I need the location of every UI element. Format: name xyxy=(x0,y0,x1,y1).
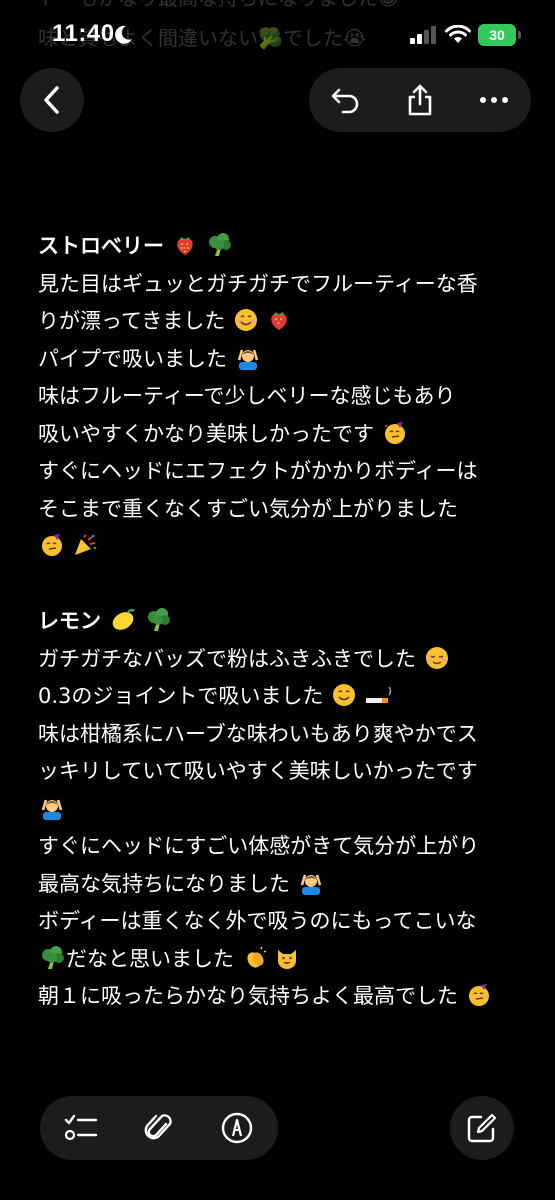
line-text: 吸いやすくかなり美味しかったです xyxy=(38,421,374,446)
line-text: そこまで重くなくすごい気分が上がりました xyxy=(38,496,458,521)
partying-face-icon xyxy=(468,984,489,1006)
attachment-button[interactable] xyxy=(124,1096,194,1160)
note-heading-strawberry: ストロベリー xyxy=(38,228,528,266)
line-text: 味はフルーティーで少しベリーな感じもあり xyxy=(38,384,456,408)
back-button[interactable] xyxy=(20,68,84,132)
faded-line-0: トーもかなり最高な持ちになりました😁 xyxy=(38,0,518,18)
person-gesturing-ok-icon xyxy=(237,349,258,370)
grinning-cat-icon xyxy=(278,949,297,969)
undo-button[interactable] xyxy=(309,68,383,132)
note-line: だなと思いました xyxy=(38,941,528,979)
checklist-button[interactable] xyxy=(46,1096,116,1160)
note-line: すぐにヘッドにエフェクトがかかりボディーは xyxy=(38,453,528,491)
person-gesturing-ok-icon xyxy=(300,874,321,895)
line-text: ッキリしていて吸いやすく美味しいかったです xyxy=(38,759,478,783)
clapping-hands-icon xyxy=(247,946,267,968)
cigarette-icon xyxy=(365,686,392,703)
moon-icon xyxy=(115,25,132,44)
line-text: 朝１に吸ったらかなり気持ちよく最高でした xyxy=(38,984,458,1008)
note-body[interactable]: ストロベリー 見た目はギュッとガチガチでフルーティーな香 りが漂ってきました パ… xyxy=(38,228,528,1016)
smiling-face-icon xyxy=(235,309,258,331)
person-gesturing-ok-icon xyxy=(41,799,63,820)
note-line: ッキリしていて吸いやすく美味しいかったです xyxy=(38,753,528,791)
markup-button[interactable] xyxy=(202,1096,272,1160)
share-button[interactable] xyxy=(383,68,457,132)
note-line: 味はフルーティーで少しベリーな感じもあり xyxy=(38,378,528,416)
paperclip-icon xyxy=(144,1114,172,1140)
status-time: 11:40 xyxy=(52,20,115,47)
share-icon xyxy=(408,84,432,116)
markup-pen-icon xyxy=(221,1112,253,1144)
note-line: そこまで重くなくすごい気分が上がりました xyxy=(38,491,528,529)
note-line: ボディーは重くなく外で吸うのにもってこいな xyxy=(38,903,528,941)
line-text: りが漂ってきました xyxy=(38,309,226,333)
line-text: すぐにヘッドにすごい体感がきて気分が上がり xyxy=(38,834,480,858)
party-popper-icon xyxy=(74,534,96,555)
smiling-face-icon xyxy=(333,684,356,706)
battery-cap xyxy=(518,31,521,39)
broccoli-icon xyxy=(147,608,170,631)
note-line: りが漂ってきました xyxy=(38,303,528,341)
broccoli-icon xyxy=(42,945,64,969)
line-text: 最高な気持ちになりました xyxy=(38,871,290,896)
compose-icon xyxy=(467,1113,497,1143)
note-line: 0.3のジョイントで吸いました xyxy=(38,678,528,716)
line-text: ボディーは重くなく外で吸うのにもってこいな xyxy=(38,909,477,933)
checklist-icon xyxy=(64,1114,98,1141)
compose-button[interactable] xyxy=(450,1096,514,1160)
cellular-signal-icon xyxy=(410,26,436,44)
lemon-icon xyxy=(112,608,136,630)
note-heading-lemon: レモン xyxy=(38,603,528,641)
chevron-left-icon xyxy=(44,86,59,114)
note-line xyxy=(38,528,528,566)
note-line: 最高な気持ちになりました xyxy=(38,866,528,904)
line-text: だなと思いました xyxy=(66,946,234,971)
line-text: パイプで吸いました xyxy=(38,346,227,371)
note-line: すぐにヘッドにすごい体感がきて気分が上がり xyxy=(38,828,528,866)
line-text: 味は柑橘系にハーブな味わいもあり爽やかでス xyxy=(38,721,478,746)
note-line xyxy=(38,791,528,829)
strawberry-icon xyxy=(177,237,194,255)
note-line: 味は柑橘系にハーブな味わいもあり爽やかでス xyxy=(38,716,528,754)
line-text: 見た目はギュッとガチガチでフルーティーな香 xyxy=(38,271,478,296)
wifi-icon xyxy=(445,25,471,43)
relieved-face-icon xyxy=(425,646,448,669)
note-line: 見た目はギュッとガチガチでフルーティーな香 xyxy=(38,266,528,304)
heading-text: レモン xyxy=(38,609,101,633)
note-line: ガチガチなバッズで粉はふきふきでした xyxy=(38,641,528,679)
broccoli-icon xyxy=(208,233,231,256)
note-actions-group xyxy=(309,68,531,132)
note-line: 朝１に吸ったらかなり気持ちよく最高でした xyxy=(38,978,528,1016)
status-bar: 11:40 30 xyxy=(0,18,555,58)
note-line: パイプで吸いました xyxy=(38,341,528,379)
line-text: すぐにヘッドにエフェクトがかかりボディーは xyxy=(38,459,478,483)
bottom-tools-group xyxy=(40,1096,278,1160)
more-icon xyxy=(480,97,508,103)
partying-face-icon xyxy=(42,534,62,556)
more-button[interactable] xyxy=(457,68,531,132)
line-text: 0.3のジョイントで吸いました xyxy=(38,684,324,708)
undo-icon xyxy=(331,88,359,114)
heading-text: ストロベリー xyxy=(38,234,164,258)
line-text: ガチガチなバッズで粉はふきふきでした xyxy=(38,646,416,671)
battery-indicator: 30 xyxy=(478,24,516,46)
note-line: 吸いやすくかなり美味しかったです xyxy=(38,416,528,454)
battery-level: 30 xyxy=(489,27,505,43)
partying-face-icon xyxy=(384,421,405,444)
strawberry-icon xyxy=(270,312,287,330)
